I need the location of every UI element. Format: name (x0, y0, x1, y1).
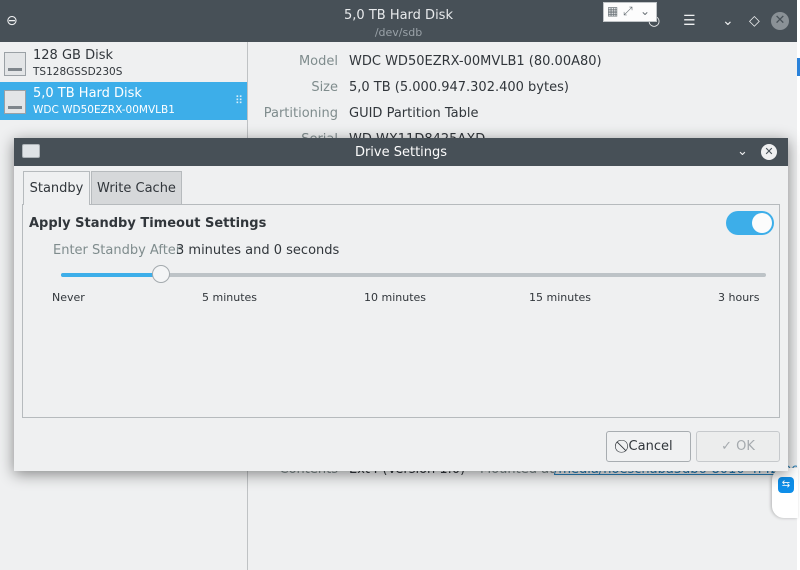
tab-standby[interactable]: Standby (23, 171, 90, 205)
drag-handle-icon[interactable]: ⠿ (235, 94, 243, 107)
teamviewer-icon: ⇆ (778, 477, 794, 493)
expand-icon[interactable]: ⤢ (623, 4, 633, 19)
chevron-down-icon[interactable]: ⌄ (640, 4, 650, 18)
tick-label-15-minutes: 15 minutes (529, 291, 592, 304)
standby-toggle-switch[interactable] (726, 211, 774, 235)
window-titlebar: ⊖ 5,0 TB Hard Disk /dev/sdb ○ ☰ ⌄ ◇ ✕ (0, 0, 797, 42)
disk-item-5tb[interactable]: 5,0 TB Hard Disk WDC WD50EZRX-00MVLB1 ⠿ (0, 82, 247, 120)
window-title: 5,0 TB Hard Disk (344, 8, 453, 23)
window-subtitle: /dev/sdb (374, 26, 423, 39)
tick-label-5-minutes: 5 minutes (202, 291, 258, 304)
hard-disk-icon (4, 90, 26, 114)
size-label: Size (311, 80, 338, 95)
slider-fill (61, 273, 162, 277)
hamburger-menu-icon[interactable]: ☰ (683, 14, 696, 28)
partitioning-value: GUID Partition Table (349, 106, 479, 121)
dialog-close-button[interactable]: ✕ (761, 144, 777, 160)
minimize-icon[interactable]: ⌄ (722, 14, 734, 28)
tab-write-cache[interactable]: Write Cache (91, 171, 182, 205)
slider-handle[interactable] (152, 265, 171, 283)
checkmark-icon: ✓ (721, 439, 732, 454)
window-close-button[interactable]: ✕ (771, 12, 789, 30)
tick-label-10-minutes: 10 minutes (364, 291, 427, 304)
screenshot-overlay-toolbar: ▦ ⤢ ⌄ (603, 2, 657, 22)
ok-button-label: OK (736, 439, 755, 454)
model-value: WDC WD50EZRX-00MVLB1 (80.00A80) (349, 54, 602, 69)
minimize-icon[interactable]: ⌄ (737, 144, 748, 159)
standby-panel: Apply Standby Timeout Settings Enter Sta… (22, 204, 780, 418)
maximize-icon[interactable]: ◇ (749, 14, 760, 28)
disk-model: WDC WD50EZRX-00MVLB1 (33, 104, 175, 116)
grid-icon[interactable]: ▦ (607, 4, 618, 18)
cancel-button-label: Cancel (628, 439, 673, 454)
standby-timeout-slider[interactable] (61, 265, 766, 283)
disk-name: 128 GB Disk (33, 48, 113, 63)
tick-label-never: Never (52, 291, 85, 304)
partitioning-label: Partitioning (263, 106, 338, 121)
disk-name: 5,0 TB Hard Disk (33, 86, 142, 101)
drive-settings-dialog: Drive Settings ⌄ ✕ Standby Write Cache A… (14, 138, 788, 471)
disk-item-128gb[interactable]: 128 GB Disk TS128GSSD230S (0, 44, 247, 82)
dialog-title: Drive Settings (354, 145, 448, 160)
disk-model: TS128GSSD230S (33, 66, 123, 78)
standby-after-label: Enter Standby After (53, 243, 182, 258)
cancel-button[interactable]: ⃠ Cancel (606, 431, 691, 462)
hard-disk-icon (4, 52, 26, 76)
standby-section-title: Apply Standby Timeout Settings (29, 216, 267, 231)
dialog-titlebar: Drive Settings ⌄ ✕ (14, 138, 788, 166)
model-label: Model (298, 54, 338, 69)
tick-label-3-hours: 3 hours (718, 291, 760, 304)
remote-support-badge[interactable]: ⇆ (772, 468, 798, 518)
ok-button[interactable]: ✓ OK (696, 431, 780, 462)
size-value: 5,0 TB (5.000.947.302.400 bytes) (349, 80, 569, 95)
standby-after-value: 3 minutes and 0 seconds (176, 243, 340, 258)
